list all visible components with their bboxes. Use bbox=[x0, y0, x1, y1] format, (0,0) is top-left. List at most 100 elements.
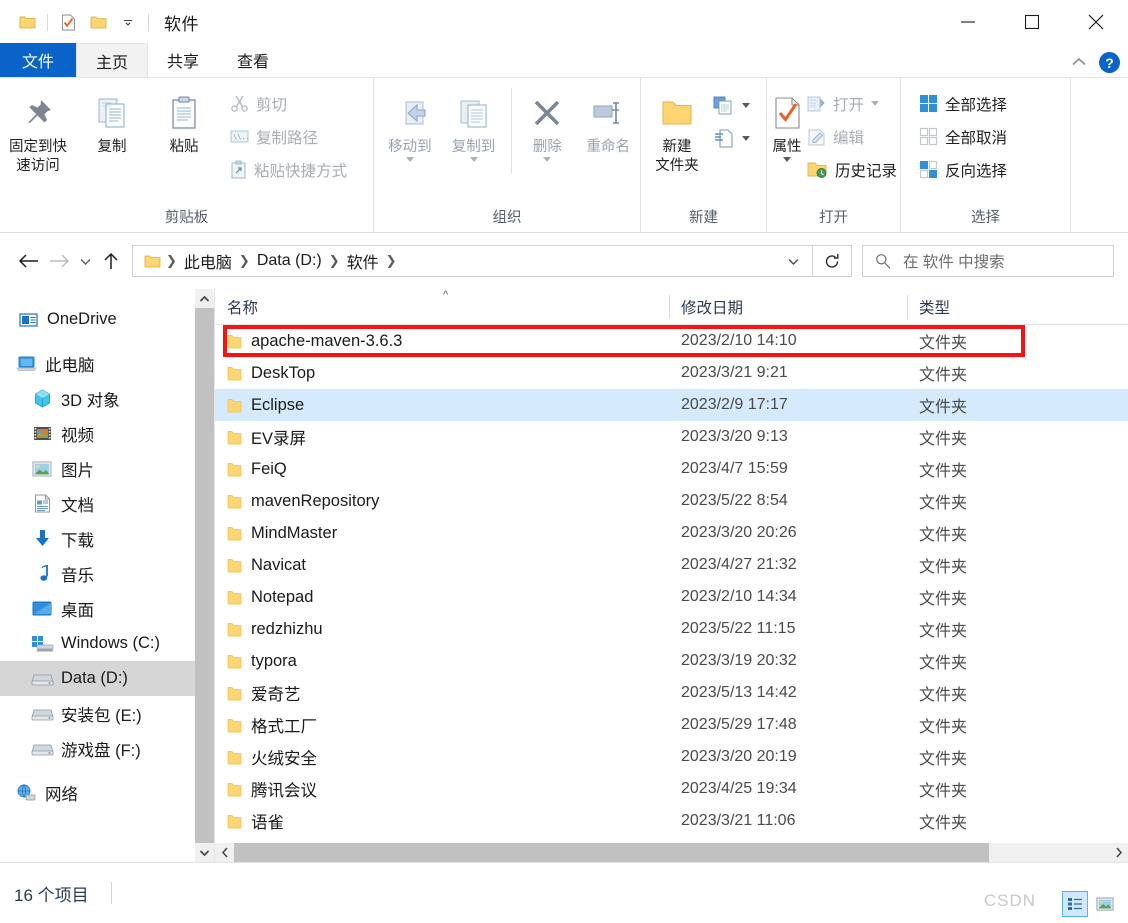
search-input[interactable]: 在 软件 中搜索 bbox=[903, 250, 1005, 272]
nav-scroll-thumb[interactable] bbox=[195, 308, 214, 843]
file-list-hscrollbar[interactable] bbox=[215, 843, 1128, 862]
table-row[interactable]: 火绒安全 2023/3/20 20:19 文件夹 bbox=[215, 741, 1128, 773]
table-row[interactable]: Notepad 2023/2/10 14:34 文件夹 bbox=[215, 581, 1128, 613]
table-row[interactable]: Eclipse 2023/2/9 17:17 文件夹 bbox=[215, 389, 1128, 421]
file-name-cell[interactable]: DeskTop bbox=[215, 364, 669, 383]
pin-to-quick-access-button[interactable]: 固定到快 速访问 bbox=[0, 86, 76, 176]
file-name-cell[interactable]: Navicat bbox=[215, 556, 669, 575]
history-button[interactable]: 历史记录 bbox=[803, 154, 901, 185]
navigation-scrollbar[interactable] bbox=[195, 289, 214, 862]
breadcrumb-sep-1[interactable]: ❯ bbox=[237, 253, 252, 269]
easy-access-button[interactable] bbox=[709, 123, 754, 154]
file-name-cell[interactable]: 腾讯会议 bbox=[215, 777, 669, 801]
hscroll-thumb[interactable] bbox=[234, 843, 989, 862]
nav-scroll-up-button[interactable] bbox=[195, 289, 214, 308]
back-button[interactable] bbox=[14, 246, 44, 276]
column-header-type[interactable]: 类型 bbox=[907, 289, 1097, 325]
file-name-cell[interactable]: typora bbox=[215, 652, 669, 671]
properties-caret-icon[interactable] bbox=[783, 157, 791, 162]
file-name-cell[interactable]: EV录屏 bbox=[215, 425, 669, 449]
table-row[interactable]: 格式工厂 2023/5/29 17:48 文件夹 bbox=[215, 709, 1128, 741]
tab-home[interactable]: 主页 bbox=[76, 43, 149, 77]
select-none-button[interactable]: 全部取消 bbox=[915, 121, 1011, 152]
breadcrumb-item-0[interactable]: 此电脑 bbox=[179, 249, 237, 273]
paste-shortcut-button[interactable]: 粘贴快捷方式 bbox=[226, 154, 351, 185]
copy-path-button[interactable]: \\.. 复制路径 bbox=[226, 121, 351, 152]
collapse-ribbon-icon[interactable] bbox=[1071, 54, 1087, 72]
up-button[interactable] bbox=[96, 246, 126, 276]
file-name-cell[interactable]: MindMaster bbox=[215, 524, 669, 543]
cut-button[interactable]: 剪切 bbox=[226, 88, 351, 119]
edit-button[interactable]: 编辑 bbox=[803, 121, 901, 152]
breadcrumb-item-2[interactable]: 软件 bbox=[342, 249, 384, 273]
column-header-name[interactable]: 名称 bbox=[215, 289, 669, 325]
file-name-cell[interactable]: 格式工厂 bbox=[215, 713, 669, 737]
large-icons-view-button[interactable] bbox=[1092, 891, 1118, 917]
sidebar-item-network[interactable]: 网络 bbox=[0, 775, 195, 810]
file-name-cell[interactable]: 爱奇艺 bbox=[215, 681, 669, 705]
qat-chevron-down-icon[interactable] bbox=[113, 7, 143, 37]
table-row[interactable]: typora 2023/3/19 20:32 文件夹 bbox=[215, 645, 1128, 677]
paste-button[interactable]: 粘贴 bbox=[148, 86, 220, 157]
file-name-cell[interactable]: Eclipse bbox=[215, 396, 669, 415]
breadcrumb-sep-2[interactable]: ❯ bbox=[327, 253, 342, 269]
search-box[interactable]: 在 软件 中搜索 bbox=[862, 245, 1114, 277]
table-row[interactable]: mavenRepository 2023/5/22 8:54 文件夹 bbox=[215, 485, 1128, 517]
tab-file[interactable]: 文件 bbox=[0, 43, 77, 77]
copy-to-button[interactable]: 复制到 bbox=[442, 86, 506, 162]
move-to-caret-icon[interactable] bbox=[405, 157, 414, 162]
table-row[interactable]: MindMaster 2023/3/20 20:26 文件夹 bbox=[215, 517, 1128, 549]
table-row[interactable]: EV录屏 2023/3/20 9:13 文件夹 bbox=[215, 421, 1128, 453]
qat-properties-icon[interactable] bbox=[53, 7, 83, 37]
sidebar-item-3d-objects[interactable]: 3D 对象 bbox=[0, 381, 195, 416]
details-view-button[interactable] bbox=[1062, 891, 1088, 917]
copy-button[interactable]: 复制 bbox=[76, 86, 148, 157]
recent-locations-button[interactable] bbox=[74, 246, 96, 276]
file-name-cell[interactable]: Notepad bbox=[215, 588, 669, 607]
sidebar-item-downloads[interactable]: 下载 bbox=[0, 521, 195, 556]
address-path-box[interactable]: ❯ 此电脑 ❯ Data (D:) ❯ 软件 ❯ bbox=[132, 245, 852, 277]
file-name-cell[interactable]: 语雀 bbox=[215, 809, 669, 833]
sidebar-item-onedrive[interactable]: OneDrive bbox=[0, 302, 195, 337]
delete-button[interactable]: 删除 bbox=[518, 86, 576, 162]
sidebar-item-desktop[interactable]: 桌面 bbox=[0, 591, 195, 626]
table-row[interactable]: 爱奇艺 2023/5/13 14:42 文件夹 bbox=[215, 677, 1128, 709]
table-row[interactable]: FeiQ 2023/4/7 15:59 文件夹 bbox=[215, 453, 1128, 485]
sidebar-item-install-e[interactable]: 安装包 (E:) bbox=[0, 696, 195, 731]
address-dropdown-button[interactable] bbox=[774, 246, 812, 276]
refresh-button[interactable] bbox=[813, 246, 851, 276]
sidebar-item-documents[interactable]: 文档 bbox=[0, 486, 195, 521]
table-row[interactable]: 腾讯会议 2023/4/25 19:34 文件夹 bbox=[215, 773, 1128, 805]
table-row[interactable]: 语雀 2023/3/21 11:06 文件夹 bbox=[215, 805, 1128, 837]
new-item-caret-icon[interactable] bbox=[742, 103, 750, 108]
table-row[interactable]: apache-maven-3.6.3 2023/2/10 14:10 文件夹 bbox=[215, 325, 1128, 357]
move-to-button[interactable]: 移动到 bbox=[378, 86, 442, 162]
column-header-date[interactable]: 修改日期 bbox=[669, 289, 907, 325]
sidebar-item-videos[interactable]: 视频 bbox=[0, 416, 195, 451]
file-name-cell[interactable]: FeiQ bbox=[215, 460, 669, 479]
copy-to-caret-icon[interactable] bbox=[469, 157, 478, 162]
select-all-button[interactable]: 全部选择 bbox=[915, 88, 1011, 119]
properties-button[interactable]: 属性 bbox=[771, 86, 803, 162]
hscroll-right-button[interactable] bbox=[1109, 843, 1128, 862]
breadcrumb-item-1[interactable]: Data (D:) bbox=[252, 252, 327, 270]
sidebar-item-game-f[interactable]: 游戏盘 (F:) bbox=[0, 731, 195, 766]
tab-share[interactable]: 共享 bbox=[148, 43, 218, 77]
sidebar-item-data-d[interactable]: Data (D:) bbox=[0, 661, 195, 696]
delete-caret-icon[interactable] bbox=[543, 157, 552, 162]
invert-selection-button[interactable]: 反向选择 bbox=[915, 154, 1011, 185]
sidebar-item-windows-c[interactable]: Windows (C:) bbox=[0, 626, 195, 661]
forward-button[interactable] bbox=[44, 246, 74, 276]
hscroll-left-button[interactable] bbox=[215, 843, 234, 862]
tab-view[interactable]: 查看 bbox=[218, 43, 288, 77]
file-name-cell[interactable]: apache-maven-3.6.3 bbox=[215, 332, 669, 351]
sidebar-item-this-pc[interactable]: 此电脑 bbox=[0, 346, 195, 381]
maximize-button[interactable] bbox=[1000, 0, 1064, 44]
table-row[interactable]: redzhizhu 2023/5/22 11:15 文件夹 bbox=[215, 613, 1128, 645]
close-button[interactable] bbox=[1064, 0, 1128, 44]
file-name-cell[interactable]: 火绒安全 bbox=[215, 745, 669, 769]
new-folder-button[interactable]: 新建 文件夹 bbox=[645, 86, 709, 176]
sidebar-item-pictures[interactable]: 图片 bbox=[0, 451, 195, 486]
table-row[interactable]: Navicat 2023/4/27 21:32 文件夹 bbox=[215, 549, 1128, 581]
new-item-button[interactable] bbox=[709, 90, 754, 121]
